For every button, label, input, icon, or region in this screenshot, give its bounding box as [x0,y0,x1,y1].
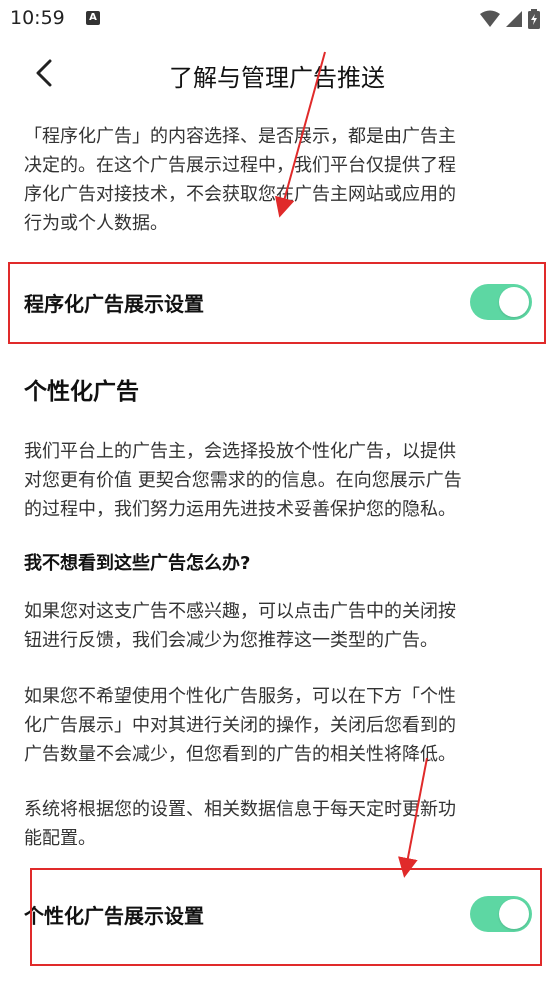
personalized-ad-setting-label: 个性化广告展示设置 [24,903,204,928]
paragraph-line: 化广告展示」中对其进行关闭的操作，关闭后您看到的 [24,715,456,736]
paragraph-line: 钮进行反馈，我们会减少为您推荐这一类型的广告。 [24,630,438,651]
personalized-section-title: 个性化广告 [24,379,139,405]
personalized-ad-setting-row: 个性化广告展示设置 [24,894,532,934]
system-update-paragraph: 系统将根据您的设置、相关数据信息于每天定时更新功 能配置。 [24,795,532,853]
personalized-paragraph: 我们平台上的广告主，会选择投放个性化广告，以提供 对您更有价值 更契合您需求的的… [24,437,532,524]
status-time: 10:59 [10,7,65,29]
opt-out-paragraph: 如果您不希望使用个性化广告服务，可以在下方「个性 化广告展示」中对其进行关闭的操… [24,682,532,769]
paragraph-line: 的过程中，我们努力运用先进技术妥善保护您的隐私。 [24,499,456,520]
paragraph-line: 如果您对这支广告不感兴趣，可以点击广告中的关闭按 [24,601,456,622]
programmatic-ad-setting-row: 程序化广告展示设置 [24,282,532,322]
paragraph-line: 能配置。 [24,828,96,849]
paragraph-line: 如果您不希望使用个性化广告服务，可以在下方「个性 [24,686,456,707]
feedback-paragraph: 如果您对这支广告不感兴趣，可以点击广告中的关闭按 钮进行反馈，我们会减少为您推荐… [24,597,532,655]
programmatic-ad-setting-label: 程序化广告展示设置 [24,291,204,316]
paragraph-line: 对您更有价值 更契合您需求的的信息。在向您展示广告 [24,470,462,491]
toggle-knob [499,287,529,317]
intro-paragraph: 「程序化广告」的内容选择、是否展示，都是由广告主 决定的。在这个广告展示过程中，… [24,122,532,238]
header: 了解与管理广告推送 [0,45,554,101]
toggle-knob [499,899,529,929]
paragraph-line: 系统将根据您的设置、相关数据信息于每天定时更新功 [24,799,456,820]
intro-line: 序化广告对接技术，不会获取您在广告主网站或应用的 [24,184,456,205]
page-title: 了解与管理广告推送 [169,64,385,92]
programmatic-ad-toggle[interactable] [470,284,532,320]
battery-icon [528,9,540,29]
faq-question: 我不想看到这些广告怎么办? [24,553,251,574]
paragraph-line: 我们平台上的广告主，会选择投放个性化广告，以提供 [24,441,456,462]
intro-line: 行为或个人数据。 [24,213,168,234]
paragraph-line: 广告数量不会减少，但您看到的广告的相关性将降低。 [24,744,456,765]
status-icons [480,9,540,29]
signal-icon [506,11,522,27]
intro-line: 「程序化广告」的内容选择、是否展示，都是由广告主 [24,126,456,147]
notification-icon: A [86,11,100,25]
status-bar: 10:59 A [0,0,554,38]
wifi-icon [480,10,500,27]
intro-line: 决定的。在这个广告展示过程中，我们平台仅提供了程 [24,155,456,176]
personalized-ad-toggle[interactable] [470,896,532,932]
